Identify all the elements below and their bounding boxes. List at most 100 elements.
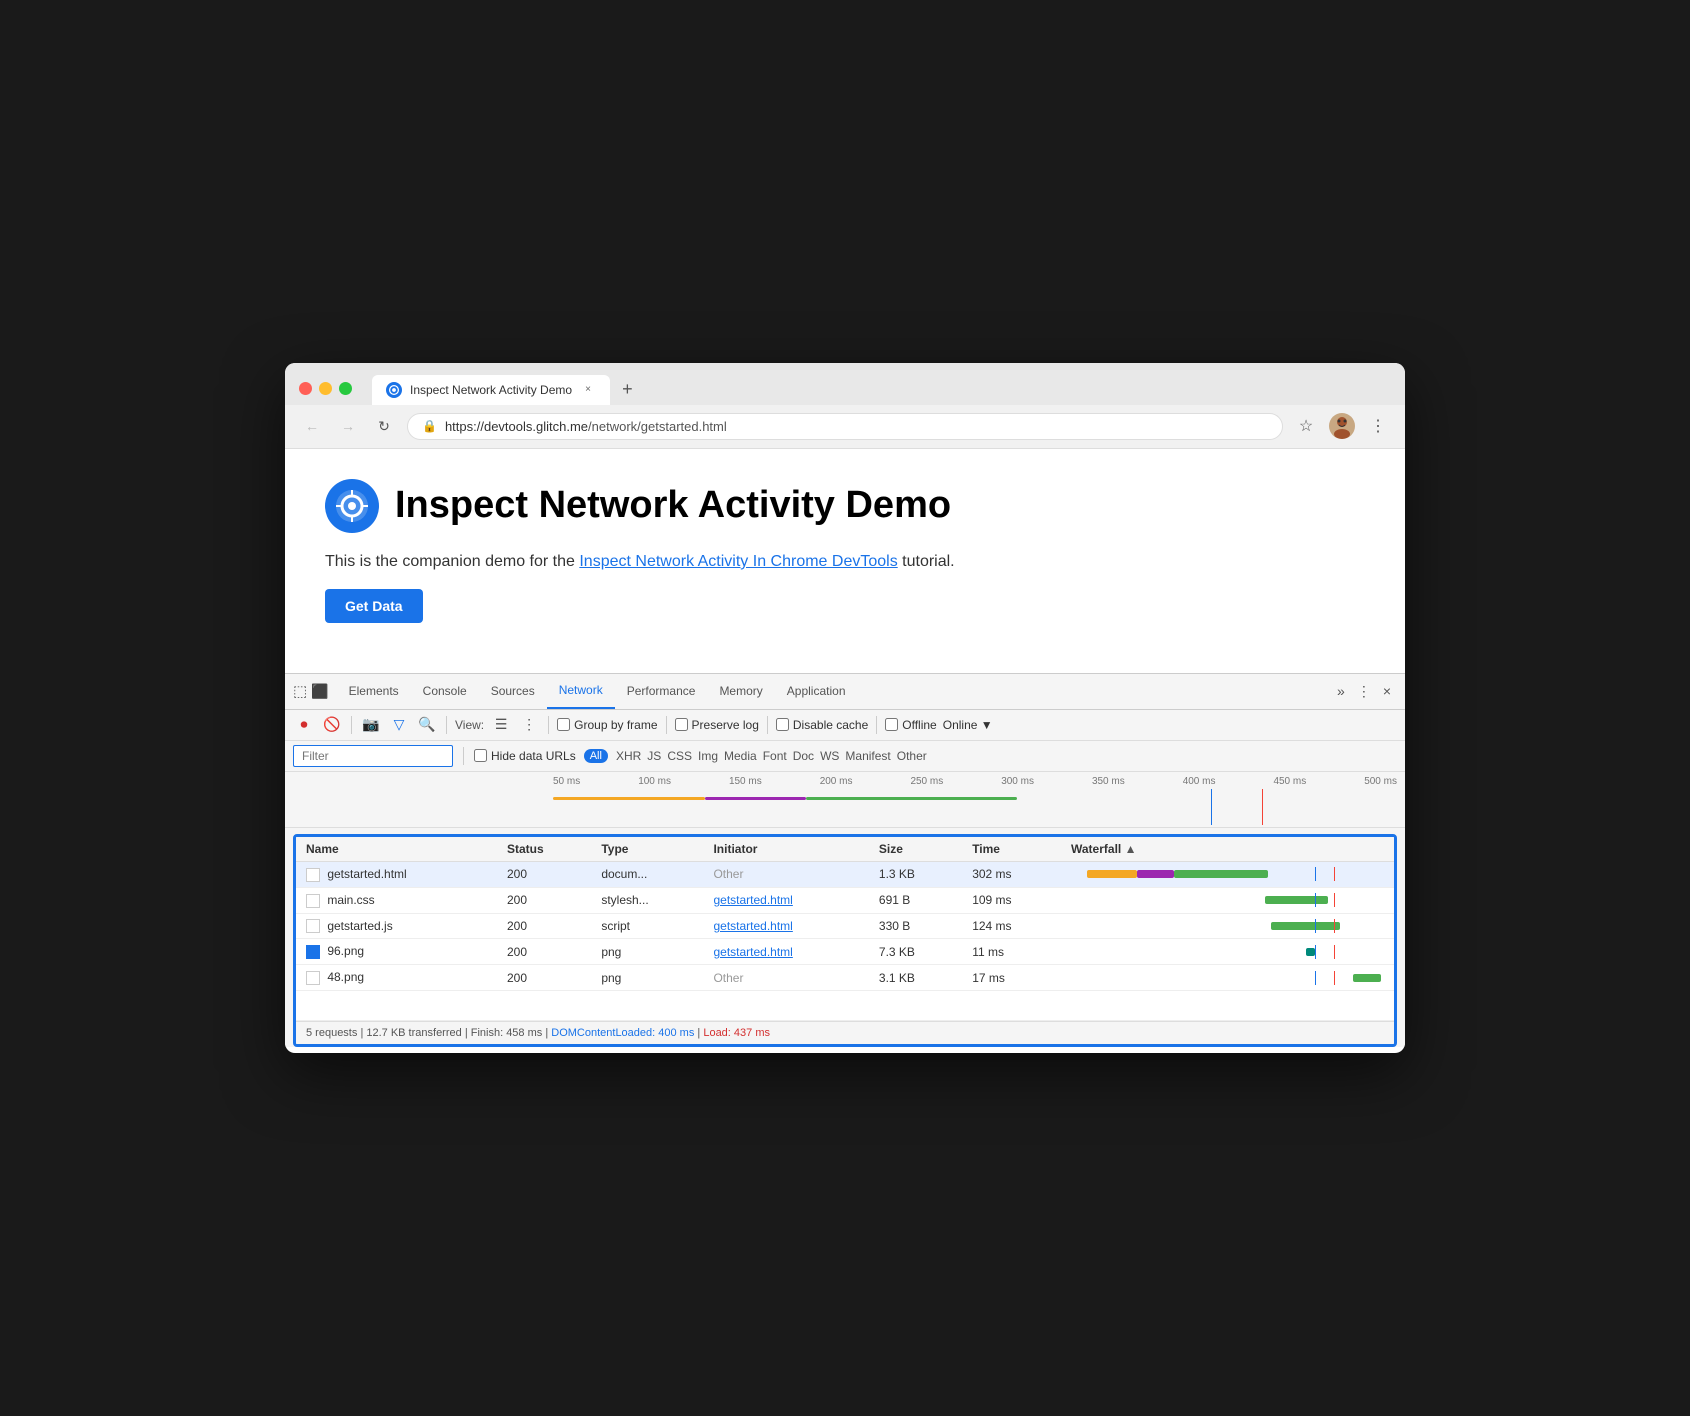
filter-ws[interactable]: WS <box>820 749 839 763</box>
record-button[interactable]: ⏺ <box>293 714 315 736</box>
url-path: /network/getstarted.html <box>588 419 727 434</box>
tab-elements[interactable]: Elements <box>337 673 411 709</box>
filter-css[interactable]: CSS <box>667 749 692 763</box>
bookmark-button[interactable]: ☆ <box>1293 413 1319 439</box>
filter-manifest[interactable]: Manifest <box>845 749 890 763</box>
filter-doc[interactable]: Doc <box>793 749 814 763</box>
tab-sources-label: Sources <box>491 684 535 698</box>
filter-media[interactable]: Media <box>724 749 757 763</box>
th-time: Time <box>962 837 1061 862</box>
filter-other[interactable]: Other <box>897 749 927 763</box>
cursor-icon[interactable]: ⬚ <box>293 682 307 700</box>
tab-console[interactable]: Console <box>411 673 479 709</box>
clear-button[interactable]: 🚫 <box>321 714 343 736</box>
disable-cache-checkbox[interactable] <box>776 718 789 731</box>
filter-input[interactable] <box>293 745 453 767</box>
status-load-label: Load: <box>703 1027 731 1039</box>
filter-types: XHR JS CSS Img Media Font Doc WS Manifes… <box>616 749 927 763</box>
ts-250: 250 ms <box>910 776 943 787</box>
row-initiator: getstarted.html <box>703 913 868 939</box>
row-time: 124 ms <box>962 913 1061 939</box>
preserve-log-text: Preserve log <box>692 718 759 732</box>
tab-network[interactable]: Network <box>547 673 615 709</box>
filter-js[interactable]: JS <box>647 749 661 763</box>
browser-window: Inspect Network Activity Demo × + ← → ↻ … <box>285 363 1405 1053</box>
row-status: 200 <box>497 887 591 913</box>
th-name: Name <box>296 837 497 862</box>
timeline-chart <box>553 789 1397 825</box>
tab-sources[interactable]: Sources <box>479 673 547 709</box>
back-button[interactable]: ← <box>299 413 325 439</box>
hide-data-urls-checkbox[interactable] <box>474 749 487 762</box>
row-name: getstarted.html <box>296 861 497 887</box>
more-tabs-button[interactable]: » <box>1331 679 1351 703</box>
table-row[interactable]: 96.png 200 png getstarted.html 7.3 KB 11… <box>296 939 1394 965</box>
table-row[interactable]: getstarted.html 200 docum... Other 1.3 K… <box>296 861 1394 887</box>
page-header: Inspect Network Activity Demo <box>325 479 1365 533</box>
toolbar-separator-4 <box>666 716 667 734</box>
wf-vline-red <box>1334 919 1335 933</box>
tab-memory-label: Memory <box>719 684 762 698</box>
row-time: 11 ms <box>962 939 1061 965</box>
network-panel-highlight: Name Status Type Initiator Size Time Wat… <box>293 834 1397 1047</box>
minimize-traffic-light[interactable] <box>319 382 332 395</box>
new-tab-button[interactable]: + <box>612 373 643 405</box>
profile-button[interactable] <box>1329 413 1355 439</box>
address-bar: ← → ↻ 🔒 https://devtools.glitch.me/netwo… <box>285 405 1405 449</box>
row-time: 109 ms <box>962 887 1061 913</box>
tl-vline-blue <box>1211 789 1212 825</box>
maximize-traffic-light[interactable] <box>339 382 352 395</box>
filter-img[interactable]: Img <box>698 749 718 763</box>
offline-checkbox[interactable] <box>885 718 898 731</box>
url-text: https://devtools.glitch.me/network/getst… <box>445 419 1268 434</box>
table-row[interactable]: getstarted.js 200 script getstarted.html… <box>296 913 1394 939</box>
filter-all[interactable]: All <box>584 749 608 763</box>
get-data-button[interactable]: Get Data <box>325 589 423 623</box>
tab-network-label: Network <box>559 683 603 697</box>
online-select[interactable]: Online ▼ <box>943 718 993 732</box>
tree-view-button[interactable]: ⋮ <box>518 714 540 736</box>
close-traffic-light[interactable] <box>299 382 312 395</box>
tab-close-button[interactable]: × <box>580 382 596 398</box>
offline-text: Offline <box>902 718 936 732</box>
wf-bar-green <box>1353 974 1381 982</box>
search-button[interactable]: 🔍 <box>416 714 438 736</box>
url-bar[interactable]: 🔒 https://devtools.glitch.me/network/get… <box>407 413 1283 440</box>
mobile-icon[interactable]: ⬛ <box>311 683 328 700</box>
disable-cache-text: Disable cache <box>793 718 868 732</box>
reload-button[interactable]: ↻ <box>371 413 397 439</box>
network-timeline: 50 ms 100 ms 150 ms 200 ms 250 ms 300 ms… <box>285 772 1405 828</box>
tab-application[interactable]: Application <box>775 673 858 709</box>
status-dom-content: DOMContentLoaded: 400 ms <box>551 1027 697 1039</box>
tab-performance[interactable]: Performance <box>615 673 708 709</box>
chrome-menu-button[interactable]: ⋮ <box>1365 413 1391 439</box>
list-view-button[interactable]: ☰ <box>490 714 512 736</box>
tutorial-link[interactable]: Inspect Network Activity In Chrome DevTo… <box>579 553 897 570</box>
devtools-tabs: ⬚ ⬛ Elements Console Sources Network Per… <box>285 674 1405 710</box>
group-by-frame-checkbox[interactable] <box>557 718 570 731</box>
page-title: Inspect Network Activity Demo <box>395 484 951 527</box>
active-tab[interactable]: Inspect Network Activity Demo × <box>372 375 610 405</box>
tab-title: Inspect Network Activity Demo <box>410 383 572 397</box>
filter-button[interactable]: ▽ <box>388 714 410 736</box>
tab-favicon <box>386 382 402 398</box>
devtools-close-button[interactable]: × <box>1377 679 1397 703</box>
devtools-settings-button[interactable]: ⋮ <box>1351 679 1377 704</box>
filter-xhr[interactable]: XHR <box>616 749 641 763</box>
ts-100: 100 ms <box>638 776 671 787</box>
wf-bar-orange <box>1087 870 1137 878</box>
table-row[interactable]: main.css 200 stylesh... getstarted.html … <box>296 887 1394 913</box>
row-waterfall <box>1061 887 1394 913</box>
wf-vline-blue <box>1315 867 1316 881</box>
camera-button[interactable]: 📷 <box>360 714 382 736</box>
preserve-log-checkbox[interactable] <box>675 718 688 731</box>
row-waterfall <box>1061 939 1394 965</box>
filter-font[interactable]: Font <box>763 749 787 763</box>
tab-memory[interactable]: Memory <box>707 673 774 709</box>
row-type: docum... <box>591 861 703 887</box>
tab-elements-label: Elements <box>349 684 399 698</box>
forward-button[interactable]: → <box>335 413 361 439</box>
network-toolbar: ⏺ 🚫 📷 ▽ 🔍 View: ☰ ⋮ Group by frame Prese… <box>285 710 1405 741</box>
th-initiator: Initiator <box>703 837 868 862</box>
table-row[interactable]: 48.png 200 png Other 3.1 KB 17 ms <box>296 965 1394 991</box>
